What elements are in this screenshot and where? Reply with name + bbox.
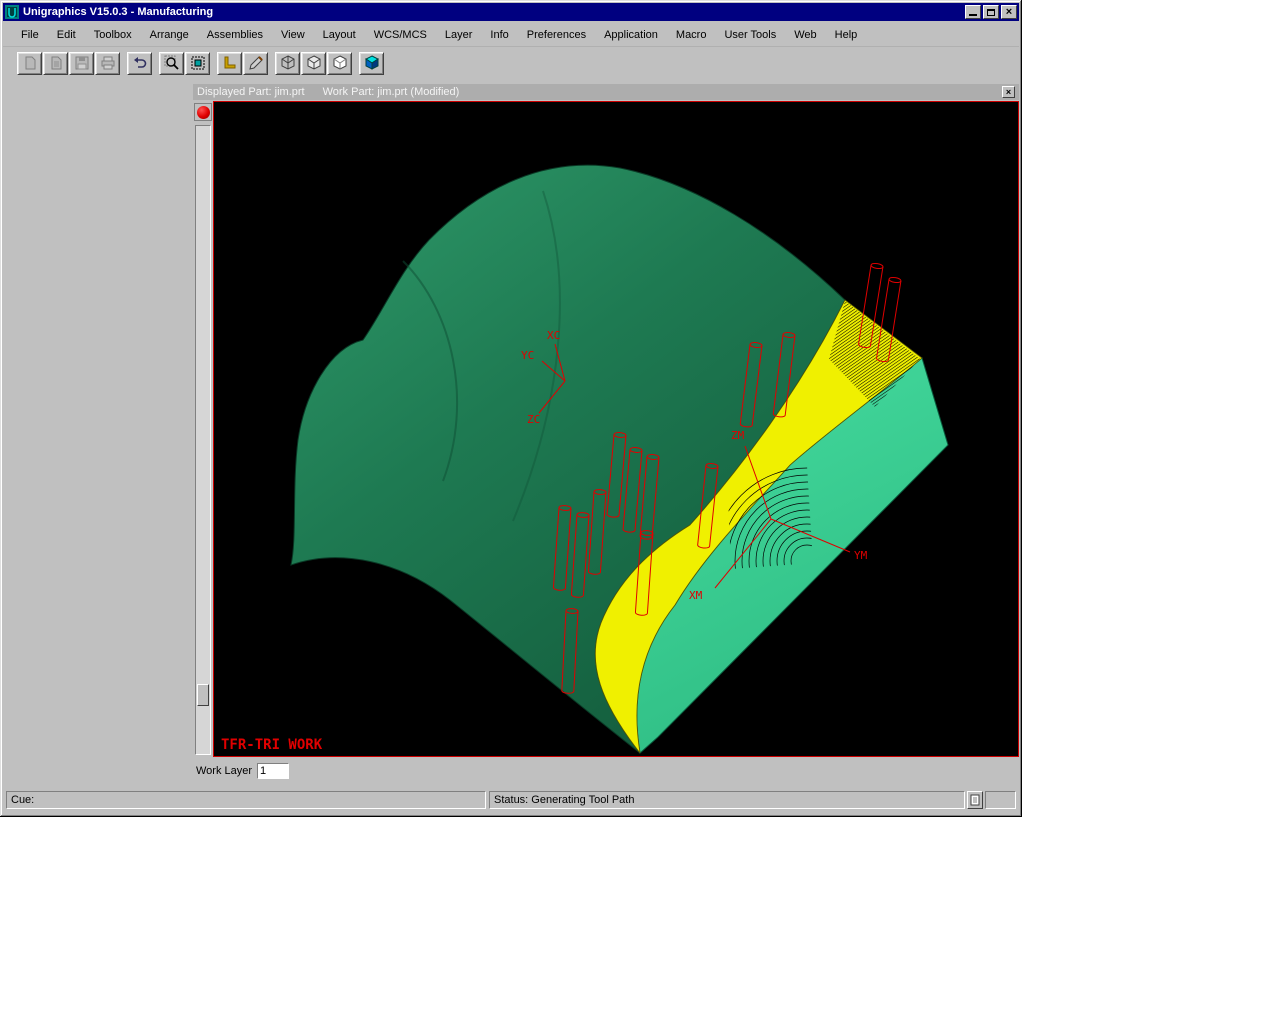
menu-item-layout[interactable]: Layout bbox=[315, 26, 364, 44]
app-logo-icon bbox=[5, 5, 19, 19]
fit-view-icon bbox=[190, 55, 206, 71]
status-spare-panel bbox=[985, 791, 1016, 809]
axis-label-xm: XM bbox=[689, 589, 703, 602]
viewport-left-strip bbox=[193, 101, 213, 757]
viewport-header: Displayed Part: jim.prt Work Part: jim.p… bbox=[193, 84, 1019, 100]
cue-field: Cue: bbox=[6, 791, 486, 809]
interrupt-button[interactable] bbox=[194, 103, 212, 121]
menu-item-assemblies[interactable]: Assemblies bbox=[199, 26, 271, 44]
edit-button[interactable] bbox=[243, 52, 268, 75]
scroll-log-icon bbox=[970, 794, 980, 806]
open-part-button[interactable] bbox=[43, 52, 68, 75]
axis-label-zc: ZC bbox=[527, 413, 540, 426]
viewport-close-button[interactable]: × bbox=[1002, 86, 1015, 98]
status-field: Status: Generating Tool Path bbox=[489, 791, 965, 809]
zoom-button[interactable] bbox=[159, 52, 184, 75]
menu-item-help[interactable]: Help bbox=[827, 26, 866, 44]
work-part-label: Work Part: jim.prt (Modified) bbox=[323, 86, 460, 98]
minimize-icon bbox=[969, 14, 977, 16]
menu-item-preferences[interactable]: Preferences bbox=[519, 26, 594, 44]
work-layer-input[interactable] bbox=[257, 763, 289, 779]
menu-item-arrange[interactable]: Arrange bbox=[142, 26, 197, 44]
open-part-icon bbox=[48, 55, 64, 71]
toolbar bbox=[3, 48, 1019, 78]
vertical-scrollbar[interactable] bbox=[195, 125, 211, 755]
graphics-scene: XC YC ZC ZM YM XM TFR-TRI WORK bbox=[213, 101, 1019, 757]
save-icon bbox=[74, 55, 90, 71]
print-button[interactable] bbox=[95, 52, 120, 75]
status-bar: Cue: Status: Generating Tool Path bbox=[3, 788, 1019, 812]
view-overlay-text: TFR-TRI WORK bbox=[221, 737, 323, 753]
axis-label-ym: YM bbox=[854, 549, 868, 562]
shaded-cube-button[interactable] bbox=[359, 52, 384, 75]
menu-item-application[interactable]: Application bbox=[596, 26, 666, 44]
menu-item-file[interactable]: File bbox=[13, 26, 47, 44]
shaded-cube-icon bbox=[364, 55, 380, 71]
save-button[interactable] bbox=[69, 52, 94, 75]
status-text: Status: Generating Tool Path bbox=[494, 794, 634, 806]
tool-icon bbox=[222, 55, 238, 71]
app-window: Unigraphics V15.0.3 - Manufacturing × Fi… bbox=[0, 0, 1022, 817]
menu-item-toolbox[interactable]: Toolbox bbox=[86, 26, 140, 44]
minimize-button[interactable] bbox=[965, 5, 981, 19]
vertical-scrollbar-thumb[interactable] bbox=[197, 684, 209, 706]
status-log-button[interactable] bbox=[967, 791, 983, 809]
zoom-icon bbox=[164, 55, 180, 71]
cube-trimetric-button[interactable] bbox=[327, 52, 352, 75]
menu-item-macro[interactable]: Macro bbox=[668, 26, 715, 44]
maximize-button[interactable] bbox=[983, 5, 999, 19]
axis-label-yc: YC bbox=[521, 349, 534, 362]
title-bar[interactable]: Unigraphics V15.0.3 - Manufacturing × bbox=[3, 3, 1019, 21]
menu-item-wcs-mcs[interactable]: WCS/MCS bbox=[366, 26, 435, 44]
close-icon: × bbox=[1006, 7, 1012, 18]
menu-item-layer[interactable]: Layer bbox=[437, 26, 481, 44]
menu-item-web[interactable]: Web bbox=[786, 26, 824, 44]
cube-wireframe-icon bbox=[280, 55, 296, 71]
interrupt-stop-icon bbox=[197, 106, 210, 119]
cube-iso-icon bbox=[306, 55, 322, 71]
tool-button[interactable] bbox=[217, 52, 242, 75]
menu-item-info[interactable]: Info bbox=[482, 26, 516, 44]
graphics-viewport[interactable]: XC YC ZC ZM YM XM TFR-TRI WORK bbox=[213, 101, 1019, 757]
menu-item-view[interactable]: View bbox=[273, 26, 313, 44]
cube-trimetric-icon bbox=[332, 55, 348, 71]
undo-icon bbox=[132, 55, 148, 71]
undo-button[interactable] bbox=[127, 52, 152, 75]
axis-label-xc: XC bbox=[547, 329, 560, 342]
window-title: Unigraphics V15.0.3 - Manufacturing bbox=[23, 6, 965, 18]
menu-item-edit[interactable]: Edit bbox=[49, 26, 84, 44]
fit-view-button[interactable] bbox=[185, 52, 210, 75]
close-button[interactable]: × bbox=[1001, 5, 1017, 19]
print-icon bbox=[100, 55, 116, 71]
cue-label: Cue: bbox=[11, 794, 34, 806]
axis-label-zm: ZM bbox=[731, 429, 745, 442]
menu-item-user-tools[interactable]: User Tools bbox=[716, 26, 784, 44]
displayed-part-label: Displayed Part: jim.prt bbox=[197, 86, 305, 98]
maximize-icon bbox=[987, 9, 995, 16]
new-part-icon bbox=[22, 55, 38, 71]
cube-wireframe-button[interactable] bbox=[275, 52, 300, 75]
menu-bar: File Edit Toolbox Arrange Assemblies Vie… bbox=[3, 23, 1019, 47]
work-layer-row: Work Layer bbox=[196, 761, 289, 781]
work-layer-label: Work Layer bbox=[196, 765, 252, 777]
new-part-button[interactable] bbox=[17, 52, 42, 75]
edit-icon bbox=[248, 55, 264, 71]
cube-iso-button[interactable] bbox=[301, 52, 326, 75]
